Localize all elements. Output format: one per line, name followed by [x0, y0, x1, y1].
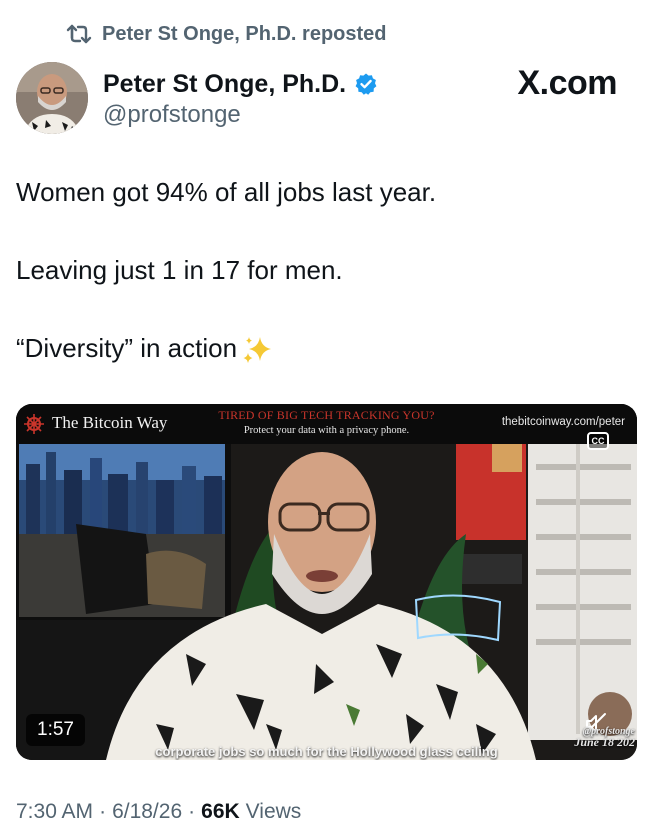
tweet-time[interactable]: 7:30 AM: [16, 800, 93, 824]
banner-url: thebitcoinway.com/peter: [501, 416, 625, 428]
views-label: Views: [245, 800, 302, 823]
author-handle[interactable]: @profstonge: [103, 101, 378, 129]
repost-label: Peter St Onge, Ph.D. reposted: [102, 22, 387, 45]
video-duration: 1:57: [26, 714, 85, 746]
author-block: Peter St Onge, Ph.D. @profstonge: [103, 68, 378, 129]
video-banner: The Bitcoin Way TIRED OF BIG TECH TRACKI…: [16, 404, 637, 444]
watermark-date: June 18 202: [574, 735, 635, 749]
sparkles-icon: [243, 337, 272, 364]
repost-icon: [66, 24, 92, 44]
tweet-line-with-emoji: “Diversity” in action: [16, 328, 636, 368]
avatar[interactable]: [16, 62, 88, 134]
tweet-meta: 7:30 AM · 6/18/26 · 66K Views: [16, 800, 301, 824]
verified-badge-icon: [355, 73, 377, 95]
video-caption: corporate jobs so much for the Hollywood…: [155, 744, 498, 759]
views-count[interactable]: 66K: [201, 800, 240, 824]
video-frame: [16, 404, 637, 760]
tweet-text: Women got 94% of all jobs last year. Lea…: [16, 172, 636, 368]
closed-captions-button[interactable]: CC: [587, 432, 609, 450]
video-watermark: @profstonge June 18 202: [565, 726, 635, 748]
tweet-line: Women got 94% of all jobs last year.: [16, 177, 437, 207]
author-name[interactable]: Peter St Onge, Ph.D.: [103, 70, 346, 99]
tweet-date[interactable]: 6/18/26: [112, 800, 182, 824]
meta-separator: ·: [99, 800, 107, 823]
repost-indicator[interactable]: Peter St Onge, Ph.D. reposted: [66, 22, 387, 46]
site-logo: X.com: [517, 64, 617, 102]
meta-separator: ·: [188, 800, 196, 823]
tweet-line: “Diversity” in action: [16, 333, 238, 363]
tweet-line: Leaving just 1 in 17 for men.: [16, 255, 343, 285]
video-player[interactable]: The Bitcoin Way TIRED OF BIG TECH TRACKI…: [16, 404, 637, 760]
